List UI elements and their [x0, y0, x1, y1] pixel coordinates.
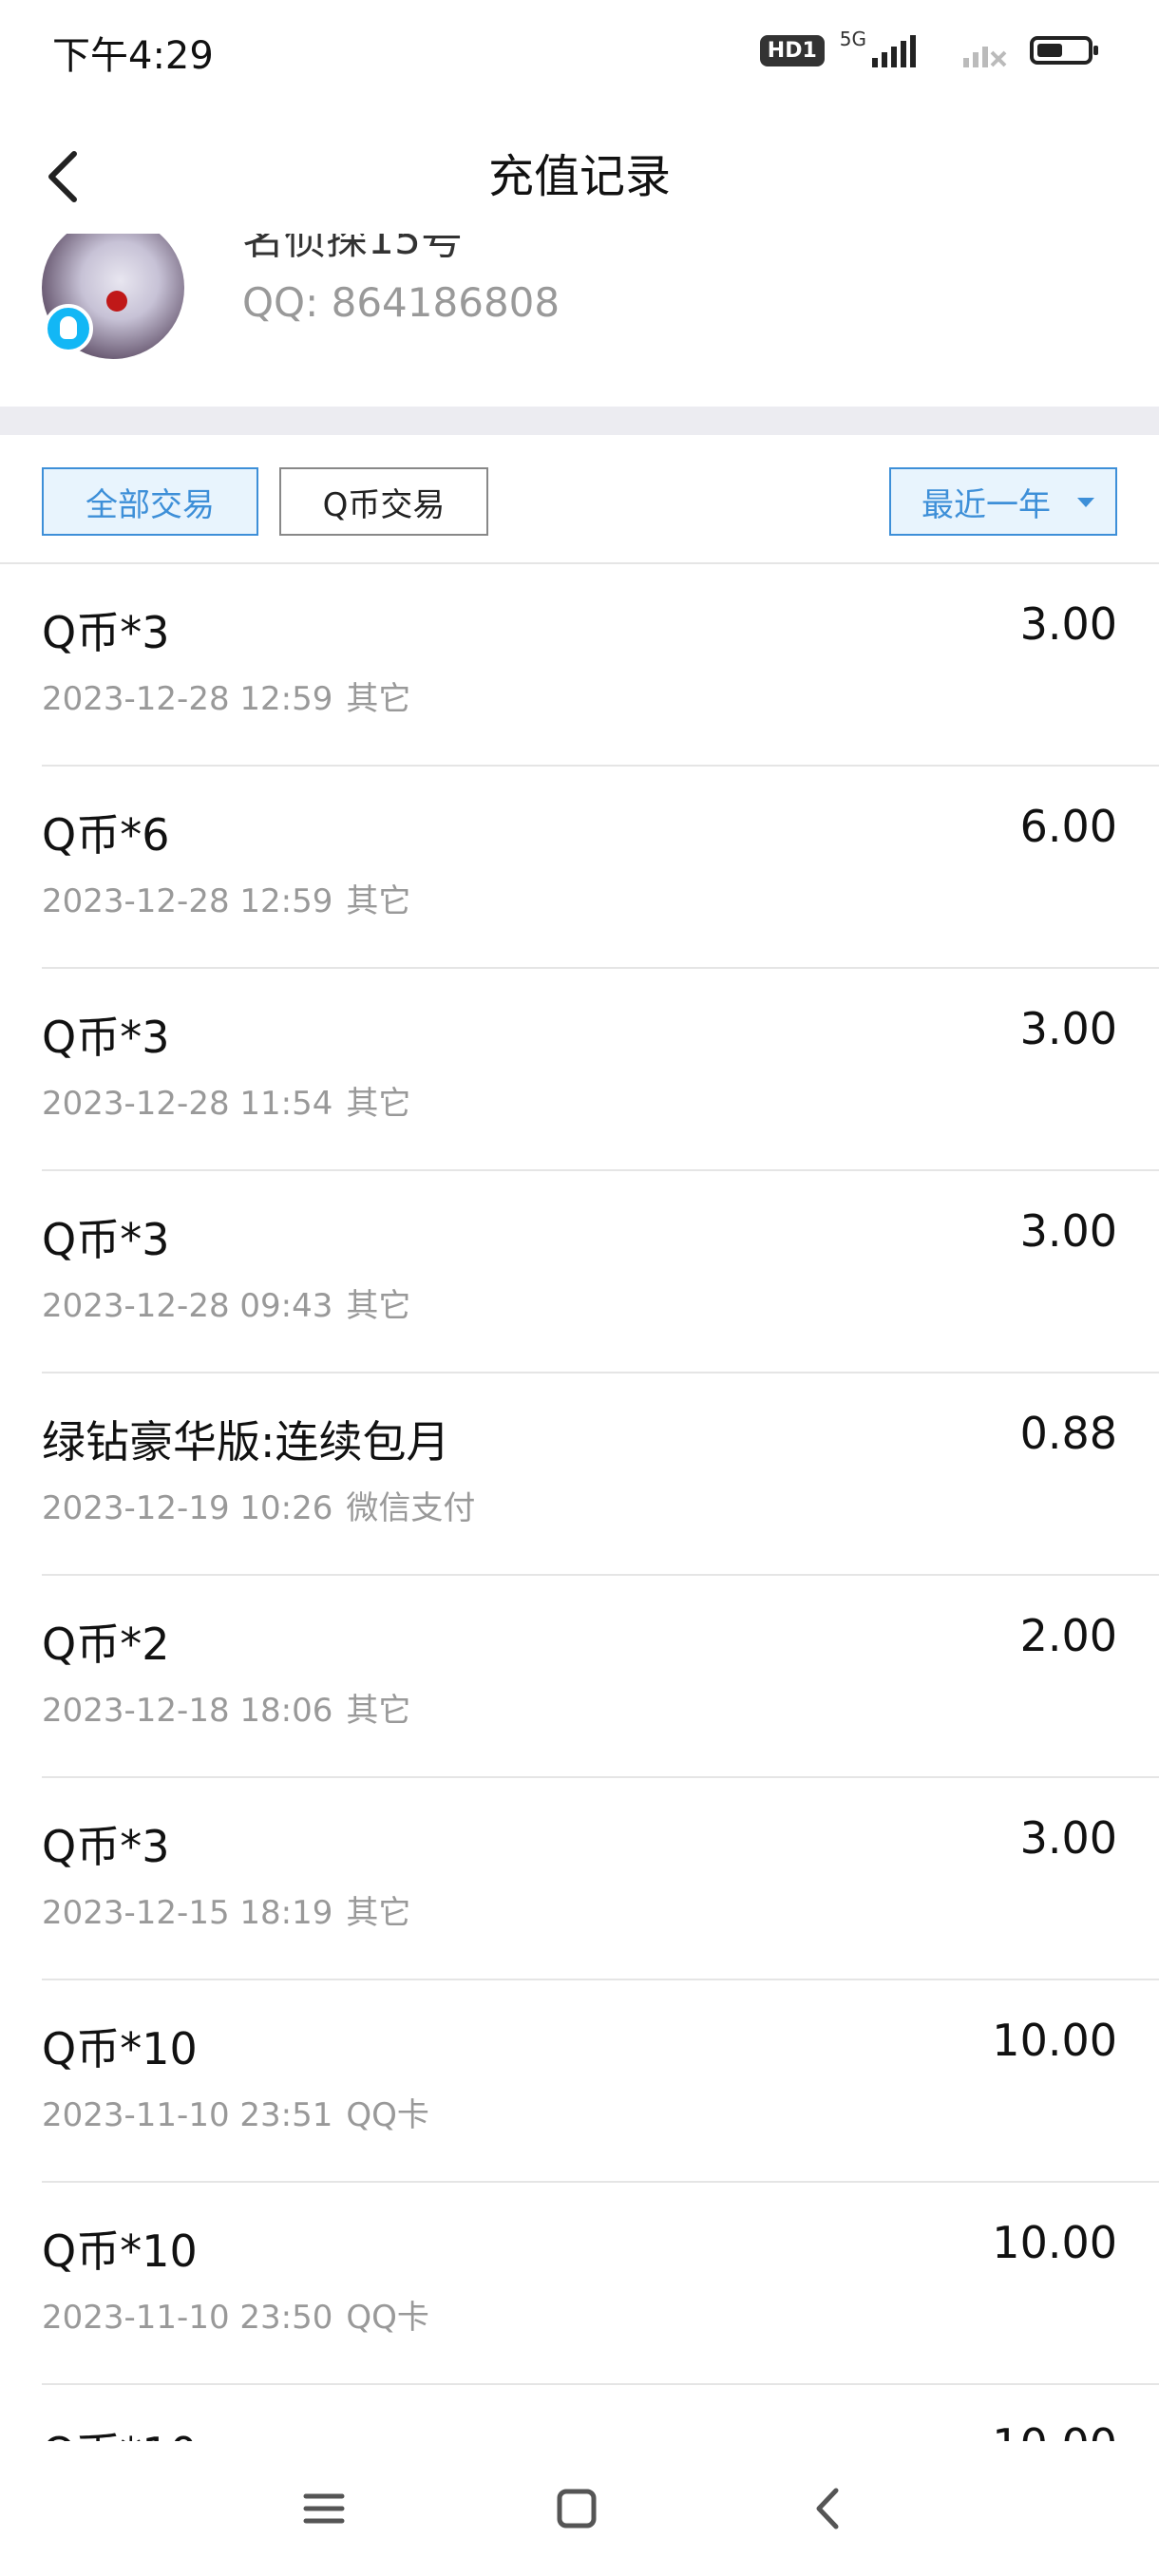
back-button[interactable]	[38, 139, 95, 215]
record-name: Q币*10	[42, 2226, 198, 2277]
nav-back-icon	[816, 2488, 839, 2529]
record-time: 2023-12-19 10:26	[42, 1489, 333, 1527]
records-list[interactable]: Q币*3 3.00 2023-12-28 12:59 其它 Q币*6 6.00 2…	[0, 564, 1159, 2441]
record-amount: 6.00	[1019, 801, 1117, 852]
record-row[interactable]: Q币*3 3.00 2023-12-15 18:19 其它	[42, 1778, 1159, 1980]
profile-qq-number: QQ: 864186808	[242, 279, 560, 326]
record-time: 2023-11-10 23:51	[42, 2096, 333, 2134]
record-meta: 2023-12-28 11:54 其它	[42, 1077, 410, 1124]
record-amount: 3.00	[1019, 1812, 1117, 1864]
nav-back-button[interactable]	[796, 2475, 863, 2542]
record-row[interactable]: 绿钻豪华版:连续包月 0.88 2023-12-19 10:26 微信支付	[42, 1373, 1159, 1576]
record-row[interactable]: Q币*3 3.00 2023-12-28 11:54 其它	[42, 969, 1159, 1171]
title-bar: 充值记录	[0, 101, 1159, 234]
menu-button[interactable]	[291, 2475, 357, 2542]
record-method: 其它	[346, 1287, 411, 1325]
record-name: 绿钻豪华版:连续包月	[42, 1416, 450, 1468]
record-meta: 2023-12-15 18:19 其它	[42, 1886, 410, 1933]
status-icons: HD1 5G	[759, 28, 1098, 72]
record-method: 其它	[346, 1894, 411, 1932]
record-row-partial[interactable]: Q币*10 10.00	[42, 2385, 1159, 2441]
record-amount: 3.00	[1019, 1003, 1117, 1054]
filter-qcoin-transactions[interactable]: Q币交易	[279, 467, 488, 536]
record-amount: 3.00	[1019, 598, 1117, 650]
record-method: QQ卡	[346, 2096, 429, 2134]
record-meta: 2023-12-18 18:06 其它	[42, 1684, 410, 1731]
record-time: 2023-12-28 12:59	[42, 680, 333, 718]
profile-card: 名侦探15号 QQ: 864186808	[0, 234, 1159, 407]
record-meta: 2023-12-19 10:26 微信支付	[42, 1482, 475, 1528]
record-time: 2023-12-28 12:59	[42, 882, 333, 920]
record-meta: 2023-11-10 23:51 QQ卡	[42, 2089, 429, 2135]
record-row[interactable]: Q币*10 10.00 2023-11-10 23:51 QQ卡	[42, 1980, 1159, 2183]
record-method: 其它	[346, 680, 411, 718]
caret-down-icon	[1077, 498, 1094, 507]
record-meta: 2023-12-28 12:59 其它	[42, 672, 410, 719]
record-row[interactable]: Q币*3 3.00 2023-12-28 09:43 其它	[42, 1171, 1159, 1373]
filter-all-transactions[interactable]: 全部交易	[42, 467, 258, 536]
record-time: 2023-11-10 23:50	[42, 2299, 333, 2337]
record-row[interactable]: Q币*2 2.00 2023-12-18 18:06 其它	[42, 1576, 1159, 1778]
record-meta: 2023-11-10 23:50 QQ卡	[42, 2291, 429, 2338]
battery-level	[1037, 44, 1063, 57]
record-method: 其它	[346, 1085, 411, 1123]
record-name: Q币*3	[42, 1012, 170, 1063]
hd-badge: HD1	[759, 34, 825, 66]
status-bar: 下午4:29 HD1 5G	[0, 0, 1159, 101]
record-name: Q币*3	[42, 1214, 170, 1265]
record-method: 微信支付	[346, 1489, 476, 1527]
status-time: 下午4:29	[52, 34, 214, 78]
chevron-left-icon	[48, 151, 77, 202]
system-nav-bar	[0, 2441, 1159, 2576]
record-row[interactable]: Q币*3 3.00 2023-12-28 12:59 其它	[42, 564, 1159, 767]
profile-name: 名侦探15号	[242, 234, 463, 264]
qq-badge-icon	[44, 304, 93, 353]
page-title: 充值记录	[487, 150, 671, 203]
record-time: 2023-12-28 09:43	[42, 1287, 333, 1325]
record-name: Q币*6	[42, 809, 170, 861]
home-button[interactable]	[543, 2475, 610, 2542]
section-divider	[0, 407, 1159, 435]
time-range-dropdown[interactable]: 最近一年	[889, 467, 1117, 536]
avatar-accent	[106, 291, 127, 312]
record-name: Q币*3	[42, 1821, 170, 1872]
record-amount: 0.88	[1019, 1408, 1117, 1459]
signal-icon	[872, 35, 916, 67]
record-amount: 10.00	[992, 2419, 1117, 2441]
record-time: 2023-12-18 18:06	[42, 1692, 333, 1730]
record-amount: 10.00	[992, 2015, 1117, 2066]
record-name: Q币*10	[42, 2023, 198, 2074]
record-name: Q币*10	[42, 2419, 198, 2441]
record-time: 2023-12-15 18:19	[42, 1894, 333, 1932]
record-time: 2023-12-28 11:54	[42, 1085, 333, 1123]
menu-icon	[303, 2493, 345, 2524]
record-amount: 2.00	[1019, 1610, 1117, 1661]
battery-icon	[1030, 36, 1098, 65]
record-method: 其它	[346, 882, 411, 920]
record-method: 其它	[346, 1692, 411, 1730]
record-name: Q币*2	[42, 1619, 170, 1670]
filter-bar: 全部交易 Q币交易 最近一年	[0, 435, 1159, 564]
time-range-label: 最近一年	[922, 485, 1051, 524]
record-meta: 2023-12-28 09:43 其它	[42, 1279, 410, 1326]
signal-secondary-icon	[963, 47, 1007, 67]
record-amount: 3.00	[1019, 1205, 1117, 1257]
record-row[interactable]: Q币*6 6.00 2023-12-28 12:59 其它	[42, 767, 1159, 969]
home-square-icon	[557, 2489, 597, 2529]
record-amount: 10.00	[992, 2217, 1117, 2268]
record-name: Q币*3	[42, 607, 170, 658]
record-method: QQ卡	[346, 2299, 429, 2337]
record-meta: 2023-12-28 12:59 其它	[42, 875, 410, 921]
record-row[interactable]: Q币*10 10.00 2023-11-10 23:50 QQ卡	[42, 2183, 1159, 2385]
network-type: 5G	[839, 28, 866, 50]
